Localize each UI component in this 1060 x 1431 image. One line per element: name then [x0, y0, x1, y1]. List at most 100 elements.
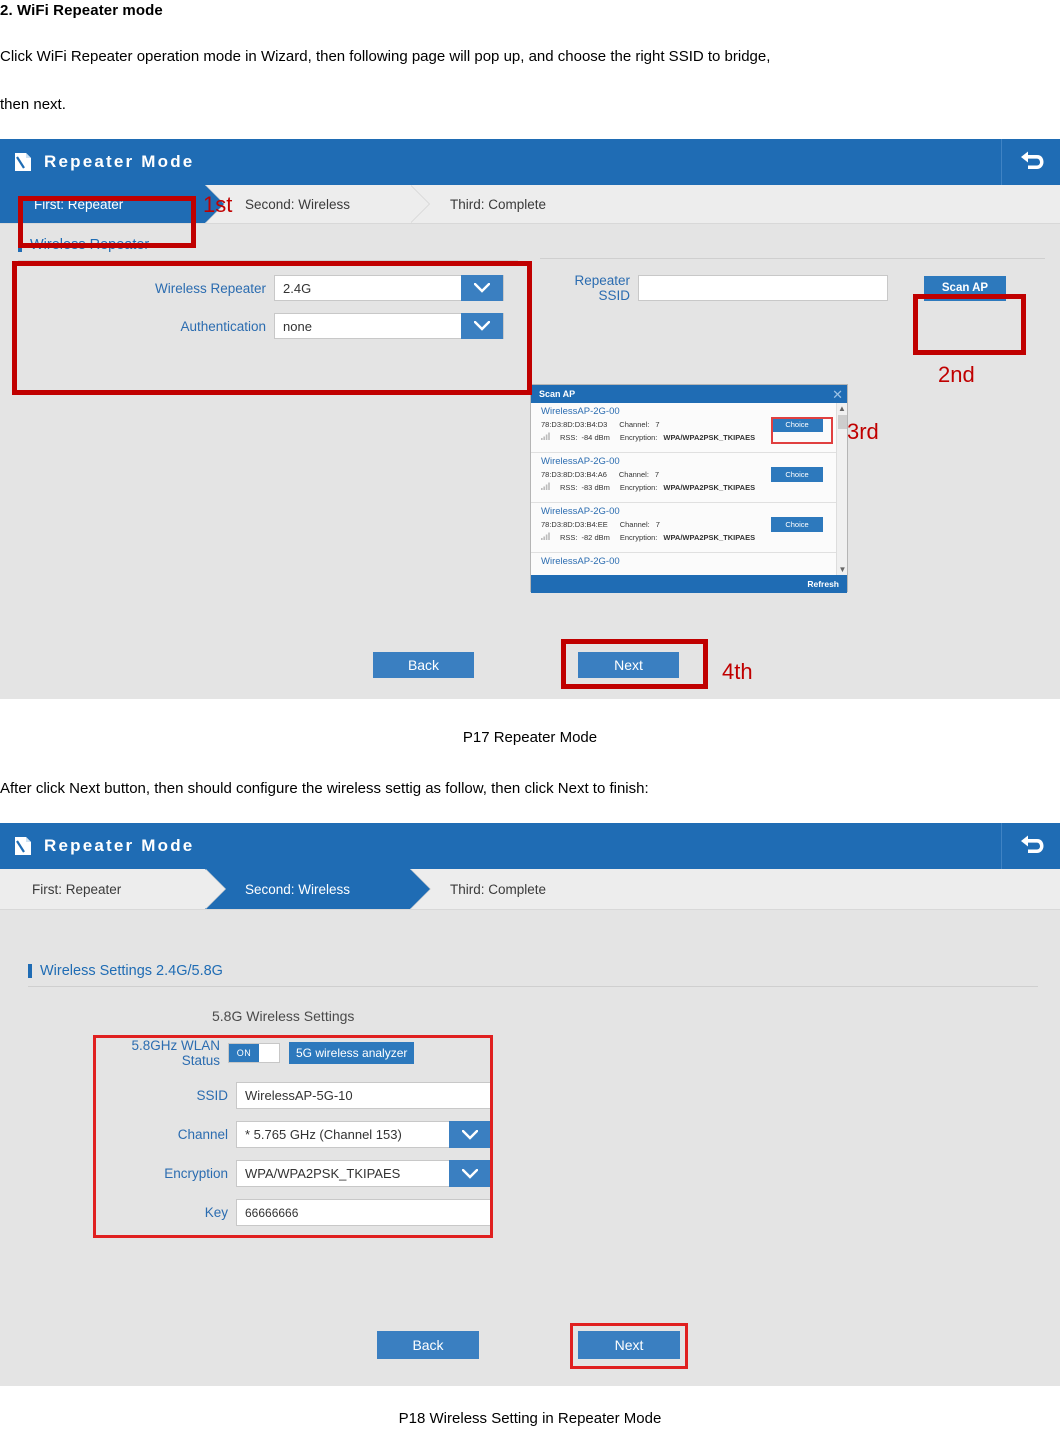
- channel-select[interactable]: * 5.765 GHz (Channel 153): [236, 1121, 492, 1148]
- ap-encryption-label: Encryption:: [619, 532, 658, 542]
- step2-chevron-icon: [410, 869, 430, 909]
- close-icon[interactable]: ✕: [832, 388, 843, 401]
- toggle-knob[interactable]: [259, 1044, 279, 1062]
- figure-caption-1: P17 Repeater Mode: [462, 729, 598, 746]
- wlan-status-row: 5.8GHz WLAN Status ON 5G wireless analyz…: [96, 1038, 496, 1068]
- chevron-down-icon[interactable]: [449, 1121, 491, 1148]
- sidebar-item-step-third-complete[interactable]: Third: Complete: [410, 869, 615, 909]
- ssid-label: SSID: [196, 1088, 228, 1103]
- ap-mac: 78:D3:8D:D3:B4:D3: [541, 420, 608, 429]
- scan-ap-list: WirelessAP-2G-00 78:D3:8D:D3:B4:D3 Chann…: [531, 403, 847, 575]
- wireless-settings-section: Wireless Settings 2.4G/5.8G: [28, 963, 1038, 987]
- key-input[interactable]: 66666666: [236, 1199, 492, 1226]
- scrollbar[interactable]: ▲ ▼: [836, 403, 847, 575]
- step3-label: Third: Complete: [450, 881, 547, 897]
- panel1-header: Repeater Mode: [0, 139, 1060, 185]
- scrollbar-thumb[interactable]: [838, 415, 847, 429]
- list-item[interactable]: WirelessAP-2G-00 78:D3:8D:D3:B4:EE Chann…: [531, 503, 847, 553]
- authentication-label: Authentication: [180, 318, 266, 334]
- ap-encryption-value: WPA/WPA2PSK_TKIPAES: [663, 432, 756, 442]
- repeater-mode-panel-step1: Repeater Mode First: Repeater Second: Wi…: [0, 139, 1060, 699]
- back-arrow-button[interactable]: [1001, 823, 1060, 869]
- scan-ap-dialog: Scan AP ✕ WirelessAP-2G-00 78:D3:8D:D3:B…: [530, 384, 848, 593]
- intro-paragraph-3: After click Next button, then should con…: [0, 780, 649, 797]
- panel1-wizard-steps: First: Repeater Second: Wireless Third: …: [0, 185, 1060, 224]
- page-flip-icon: [10, 149, 36, 175]
- chevron-down-icon[interactable]: [461, 313, 503, 339]
- choice-button[interactable]: Choice: [771, 517, 823, 532]
- repeater-ssid-input[interactable]: [638, 275, 888, 301]
- ap-ssid: WirelessAP-2G-00: [541, 406, 620, 417]
- step2-label: Second: Wireless: [245, 196, 351, 212]
- ap-encryption-label: Encryption:: [619, 482, 658, 492]
- intro-paragraph-1: Click WiFi Repeater operation mode in Wi…: [0, 48, 771, 65]
- encryption-row: Encryption WPA/WPA2PSK_TKIPAES: [96, 1160, 496, 1187]
- sidebar-item-step-second-wireless[interactable]: Second: Wireless: [205, 185, 430, 223]
- authentication-value: none: [283, 318, 312, 334]
- annotation-label-4th: 4th: [722, 659, 753, 684]
- repeater-ssid-row: Repeater SSID Scan AP: [540, 273, 1045, 303]
- sidebar-item-step-first-repeater[interactable]: First: Repeater: [0, 185, 225, 223]
- sidebar-item-step-third-complete[interactable]: Third: Complete: [410, 185, 615, 223]
- right-section-divider: [540, 237, 1045, 259]
- ap-signal-line: RSS: -82 dBm Encryption: WPA/WPA2PSK_TKI…: [541, 532, 847, 542]
- next-button[interactable]: Next: [578, 1331, 680, 1359]
- refresh-button[interactable]: Refresh: [807, 579, 839, 589]
- next-button[interactable]: Next: [578, 652, 679, 678]
- wlan-status-toggle[interactable]: ON: [228, 1043, 280, 1063]
- back-arrow-button[interactable]: [1001, 139, 1060, 185]
- wireless-settings-section-header: Wireless Settings 2.4G/5.8G: [28, 963, 1038, 987]
- signal-bars-icon: [541, 532, 550, 542]
- ap-rss-value: -83 dBm: [581, 482, 610, 492]
- wireless-repeater-select[interactable]: 2.4G: [274, 275, 504, 301]
- ap-signal-line: RSS: -84 dBm Encryption: WPA/WPA2PSK_TKI…: [541, 432, 847, 442]
- wireless-settings-section-title: Wireless Settings 2.4G/5.8G: [40, 963, 223, 979]
- scroll-up-icon[interactable]: ▲: [837, 403, 847, 414]
- scroll-down-icon[interactable]: ▼: [837, 564, 848, 575]
- back-button[interactable]: Back: [373, 652, 474, 678]
- step1-label: First: Repeater: [34, 196, 124, 212]
- ap-rss-value: -84 dBm: [581, 432, 610, 442]
- ap-encryption-value: WPA/WPA2PSK_TKIPAES: [663, 532, 756, 542]
- chevron-down-icon[interactable]: [461, 275, 503, 301]
- channel-value: * 5.765 GHz (Channel 153): [245, 1127, 402, 1142]
- back-button[interactable]: Back: [377, 1331, 479, 1359]
- scan-ap-button[interactable]: Scan AP: [924, 275, 1006, 301]
- list-item[interactable]: WirelessAP-2G-00 78:D3:8D:D3:B4:D3 Chann…: [531, 403, 847, 453]
- ap-channel-value: 7: [655, 420, 660, 429]
- step1-label: First: Repeater: [32, 881, 122, 897]
- wireless-repeater-section-title: Wireless Repeater: [30, 237, 150, 253]
- intro-paragraph-2: then next.: [0, 96, 66, 113]
- scan-ap-dialog-title: Scan AP: [539, 389, 576, 399]
- panel2-header: Repeater Mode: [0, 823, 1060, 869]
- sidebar-item-step-second-wireless[interactable]: Second: Wireless: [205, 869, 431, 909]
- encryption-select[interactable]: WPA/WPA2PSK_TKIPAES: [236, 1160, 492, 1187]
- ssid-value: WirelessAP-5G-10: [245, 1088, 353, 1103]
- ssid-row: SSID WirelessAP-5G-10: [96, 1082, 496, 1109]
- subsection-title-5g: 5.8G Wireless Settings: [212, 1008, 355, 1024]
- sidebar-item-step-first-repeater[interactable]: First: Repeater: [0, 869, 226, 909]
- key-label: Key: [204, 1205, 228, 1220]
- step2-chevron-icon: [410, 185, 429, 223]
- authentication-select[interactable]: none: [274, 313, 504, 339]
- list-item[interactable]: WirelessAP-2G-00: [531, 553, 847, 571]
- ap-encryption-label: Encryption:: [619, 432, 658, 442]
- section-accent-bar: [28, 964, 32, 978]
- ap-rss-label: RSS:: [560, 432, 578, 442]
- channel-label: Channel: [177, 1127, 228, 1142]
- wireless-analyzer-button[interactable]: 5G wireless analyzer: [289, 1042, 415, 1064]
- wireless-repeater-section: Wireless Repeater Wireless Repeater 2.4G…: [18, 237, 518, 351]
- signal-bars-icon: [541, 482, 550, 492]
- ssid-input[interactable]: WirelessAP-5G-10: [236, 1082, 492, 1109]
- chevron-down-icon[interactable]: [449, 1160, 491, 1187]
- choice-button[interactable]: Choice: [771, 467, 823, 482]
- step2-label: Second: Wireless: [245, 881, 351, 897]
- choice-button[interactable]: Choice: [771, 417, 823, 432]
- ap-encryption-value: WPA/WPA2PSK_TKIPAES: [663, 482, 756, 492]
- ap-rss-value: -82 dBm: [581, 532, 610, 542]
- ap-channel-label: Channel:: [619, 420, 650, 429]
- repeater-ssid-label: Repeater SSID: [574, 273, 630, 303]
- repeater-ssid-section: Repeater SSID Scan AP: [540, 237, 1045, 315]
- list-item[interactable]: WirelessAP-2G-00 78:D3:8D:D3:B4:A6 Chann…: [531, 453, 847, 503]
- toggle-on-label: ON: [229, 1044, 259, 1062]
